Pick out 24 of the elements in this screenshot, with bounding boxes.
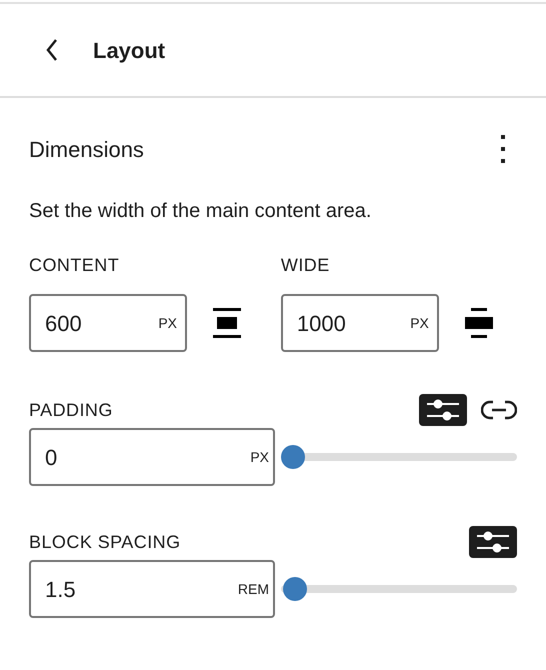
custom-size-toggle[interactable]	[469, 526, 517, 558]
slider[interactable]	[281, 577, 517, 601]
slider-thumb[interactable]	[281, 445, 305, 469]
unlink-icon	[481, 400, 517, 420]
section-title: Dimensions	[29, 136, 144, 164]
back-icon	[45, 38, 59, 62]
panel-title: Layout	[93, 36, 166, 65]
align-content-icon	[213, 308, 241, 338]
sliders-icon	[475, 531, 511, 553]
field-label: WIDE	[280, 254, 331, 274]
field-label: PADDING	[29, 398, 113, 422]
slider-thumb[interactable]	[283, 577, 308, 601]
sliders-icon	[425, 399, 461, 421]
custom-size-toggle[interactable]	[419, 394, 467, 426]
slider[interactable]	[281, 445, 517, 469]
spacing-input[interactable]: 0 PX	[29, 428, 275, 486]
field-label: CONTENT	[29, 254, 120, 274]
align-wide-icon	[464, 308, 493, 338]
field-label: BLOCK SPACING	[29, 530, 181, 554]
width-input[interactable]: 1000 PX	[280, 294, 439, 352]
width-input[interactable]: 600 PX	[29, 294, 187, 352]
spacing-input[interactable]: 1.5 REM	[29, 560, 275, 618]
more-options-icon	[501, 135, 505, 163]
section-description: Set the width of the main content area.	[29, 199, 372, 224]
